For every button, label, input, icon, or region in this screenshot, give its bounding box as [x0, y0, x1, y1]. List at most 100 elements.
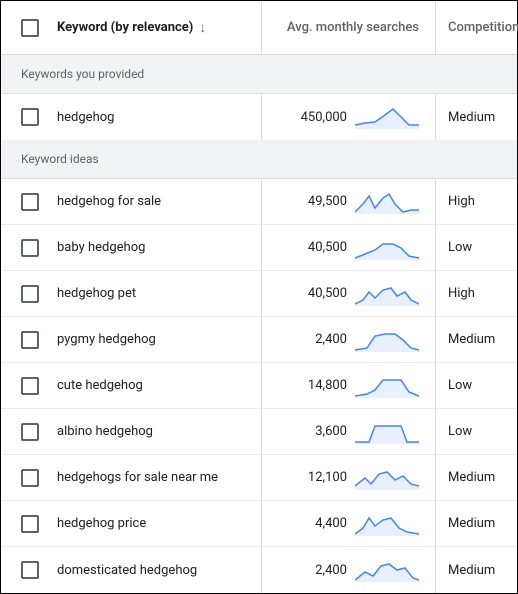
searches-cell: 40,500: [261, 225, 435, 270]
keyword-cell: hedgehogs for sale near me: [1, 469, 261, 487]
keyword-text: hedgehogs for sale near me: [57, 470, 218, 485]
sparkline-icon: [355, 105, 419, 129]
searches-cell: 12,100: [261, 455, 435, 500]
sparkline-icon: [355, 374, 419, 398]
row-checkbox[interactable]: [21, 561, 39, 579]
header-keyword-col[interactable]: Keyword (by relevance) ↓: [1, 19, 261, 37]
keyword-text: domesticated hedgehog: [57, 563, 197, 578]
keyword-text: hedgehog pet: [57, 286, 136, 301]
competition-value: Low: [448, 424, 472, 439]
keyword-table: Keyword (by relevance) ↓ Avg. monthly se…: [0, 0, 518, 594]
competition-cell: Low: [435, 225, 517, 270]
competition-value: Low: [448, 378, 472, 393]
searches-cell: 14,800: [261, 363, 435, 408]
competition-cell: Low: [435, 409, 517, 454]
table-row: pygmy hedgehog 2,400 Medium: [1, 317, 517, 363]
searches-cell: 4,400: [261, 501, 435, 546]
sparkline-icon: [355, 282, 419, 306]
searches-value: 12,100: [308, 470, 347, 485]
section-provided: Keywords you provided: [1, 55, 517, 94]
table-row: hedgehog pet 40,500 High: [1, 271, 517, 317]
row-checkbox[interactable]: [21, 193, 39, 211]
sparkline-icon: [355, 328, 419, 352]
competition-value: Medium: [448, 563, 495, 578]
keyword-cell: hedgehog for sale: [1, 193, 261, 211]
keyword-text: baby hedgehog: [57, 240, 145, 255]
searches-value: 40,500: [308, 286, 347, 301]
sparkline-icon: [355, 512, 419, 536]
keyword-cell: pygmy hedgehog: [1, 331, 261, 349]
competition-cell: High: [435, 179, 517, 224]
header-competition-col[interactable]: Competition: [435, 1, 517, 54]
table-row: hedgehogs for sale near me 12,100 Medium: [1, 455, 517, 501]
competition-value: Medium: [448, 110, 495, 125]
row-checkbox[interactable]: [21, 377, 39, 395]
competition-value: Low: [448, 240, 472, 255]
section-ideas: Keyword ideas: [1, 140, 517, 179]
searches-cell: 49,500: [261, 179, 435, 224]
keyword-text: cute hedgehog: [57, 378, 143, 393]
row-checkbox[interactable]: [21, 469, 39, 487]
header-searches-label: Avg. monthly searches: [287, 20, 419, 35]
searches-value: 49,500: [308, 194, 347, 209]
keyword-cell: cute hedgehog: [1, 377, 261, 395]
competition-value: Medium: [448, 516, 495, 531]
competition-cell: Medium: [435, 455, 517, 500]
table-row: domesticated hedgehog 2,400 Medium: [1, 547, 517, 593]
searches-value: 2,400: [315, 563, 347, 578]
competition-cell: Medium: [435, 94, 517, 140]
table-row: hedgehog for sale 49,500 High: [1, 179, 517, 225]
row-checkbox[interactable]: [21, 285, 39, 303]
header-searches-col[interactable]: Avg. monthly searches: [261, 1, 435, 54]
searches-cell: 3,600: [261, 409, 435, 454]
competition-value: High: [448, 286, 475, 301]
keyword-cell: albino hedgehog: [1, 423, 261, 441]
keyword-text: hedgehog: [57, 110, 114, 125]
competition-cell: Low: [435, 363, 517, 408]
keyword-cell: baby hedgehog: [1, 239, 261, 257]
searches-value: 450,000: [301, 110, 347, 125]
searches-value: 2,400: [315, 332, 347, 347]
select-all-checkbox[interactable]: [21, 19, 39, 37]
keyword-text: hedgehog for sale: [57, 194, 161, 209]
searches-cell: 2,400: [261, 547, 435, 593]
sort-down-icon[interactable]: ↓: [199, 19, 206, 36]
competition-cell: Medium: [435, 501, 517, 546]
table-row: cute hedgehog 14,800 Low: [1, 363, 517, 409]
keyword-cell: domesticated hedgehog: [1, 561, 261, 579]
row-checkbox[interactable]: [21, 331, 39, 349]
competition-value: Medium: [448, 332, 495, 347]
searches-cell: 40,500: [261, 271, 435, 316]
sparkline-icon: [355, 420, 419, 444]
table-header: Keyword (by relevance) ↓ Avg. monthly se…: [1, 1, 517, 55]
keyword-text: albino hedgehog: [57, 424, 153, 439]
table-row: albino hedgehog 3,600 Low: [1, 409, 517, 455]
competition-cell: Medium: [435, 317, 517, 362]
row-checkbox[interactable]: [21, 108, 39, 126]
sparkline-icon: [355, 190, 419, 214]
competition-cell: High: [435, 271, 517, 316]
searches-cell: 2,400: [261, 317, 435, 362]
keyword-cell: hedgehog price: [1, 515, 261, 533]
keyword-cell: hedgehog pet: [1, 285, 261, 303]
searches-value: 3,600: [315, 424, 347, 439]
sparkline-icon: [355, 558, 419, 582]
keyword-cell: hedgehog: [1, 108, 261, 126]
sparkline-icon: [355, 236, 419, 260]
searches-cell: 450,000: [261, 94, 435, 140]
row-checkbox[interactable]: [21, 515, 39, 533]
header-keyword-label: Keyword (by relevance): [57, 20, 193, 35]
table-row: hedgehog 450,000 Medium: [1, 94, 517, 140]
row-checkbox[interactable]: [21, 423, 39, 441]
searches-value: 4,400: [315, 516, 347, 531]
searches-value: 14,800: [308, 378, 347, 393]
competition-value: Medium: [448, 470, 495, 485]
keyword-text: hedgehog price: [57, 516, 146, 531]
searches-value: 40,500: [308, 240, 347, 255]
header-competition-label: Competition: [448, 20, 518, 35]
table-row: hedgehog price 4,400 Medium: [1, 501, 517, 547]
table-row: baby hedgehog 40,500 Low: [1, 225, 517, 271]
competition-cell: Medium: [435, 547, 517, 593]
row-checkbox[interactable]: [21, 239, 39, 257]
sparkline-icon: [355, 466, 419, 490]
